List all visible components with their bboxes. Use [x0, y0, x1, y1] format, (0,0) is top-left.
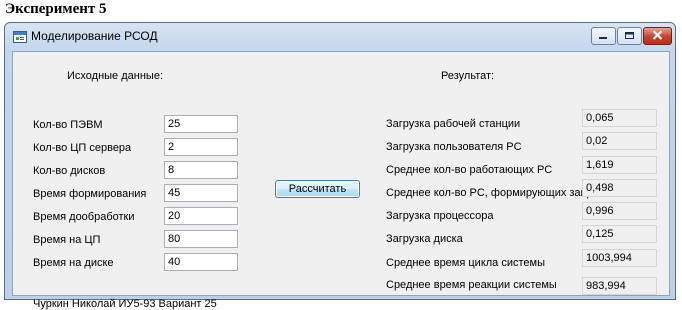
workstation-load-label: Загрузка рабочей станции — [386, 118, 521, 130]
result-section-header: Результат: — [441, 70, 495, 82]
disk-load-label: Загрузка диска — [386, 233, 463, 245]
avg-cycle-time-value: 1003,994 — [582, 249, 657, 267]
minimize-icon — [598, 27, 609, 45]
avg-working-pc-value: 1,619 — [582, 156, 657, 174]
avg-working-pc-label: Среднее кол-во работающих PC — [386, 164, 553, 176]
app-form-icon — [13, 30, 27, 43]
cpu-time-input[interactable] — [164, 230, 238, 248]
input-section-header: Исходные данные: — [67, 70, 163, 82]
disk-count-label: Кол-во дисков — [33, 165, 106, 177]
avg-response-time-value: 983,994 — [582, 277, 657, 295]
disk-time-input[interactable] — [164, 253, 238, 271]
avg-response-time-label: Среднее время реакции системы — [386, 279, 557, 291]
close-icon — [652, 27, 663, 45]
formation-time-input[interactable] — [164, 184, 238, 202]
close-button[interactable] — [643, 27, 672, 45]
avg-cycle-time-label: Среднее время цикла системы — [386, 257, 545, 269]
avg-requesting-pc-label: Среднее кол-во PC, формирующих запрос — [386, 187, 605, 199]
disk-load-value: 0,125 — [582, 225, 657, 243]
avg-requesting-pc-value: 0,498 — [582, 179, 657, 197]
pc-count-label: Кол-во ПЭВМ — [33, 119, 103, 131]
calculate-button[interactable]: Рассчитать — [275, 180, 360, 198]
cpu-load-value: 0,996 — [582, 202, 657, 220]
disk-count-input[interactable] — [164, 161, 238, 179]
app-window: Моделирование РСОД Исходные данные: Кол-… — [4, 22, 676, 310]
maximize-icon — [624, 27, 635, 45]
cpu-time-label: Время на ЦП — [33, 234, 101, 246]
cpu-load-label: Загрузка процессора — [386, 210, 494, 222]
user-load-value: 0,02 — [582, 132, 657, 150]
minimize-button[interactable] — [591, 27, 616, 45]
disk-time-label: Время на диске — [33, 257, 114, 269]
pc-count-input[interactable] — [164, 115, 238, 133]
formation-time-label: Время формирования — [33, 188, 147, 200]
server-cpu-count-label: Кол-во ЦП сервера — [33, 142, 132, 154]
server-cpu-count-input[interactable] — [164, 138, 238, 156]
workstation-load-value: 0,065 — [582, 109, 657, 127]
postprocessing-time-label: Время дообработки — [33, 211, 135, 223]
form-client-area: Исходные данные: Кол-во ПЭВМ Кол-во ЦП с… — [12, 51, 670, 310]
user-load-label: Загрузка пользователя PC — [386, 141, 522, 153]
title-bar[interactable]: Моделирование РСОД — [5, 23, 675, 49]
postprocessing-time-input[interactable] — [164, 207, 238, 225]
window-title: Моделирование РСОД — [31, 29, 158, 43]
maximize-button[interactable] — [617, 27, 642, 45]
author-footer: Чуркин Николай ИУ5-93 Вариант 25 — [33, 298, 217, 310]
document-heading: Эксперимент 5 — [5, 1, 107, 17]
